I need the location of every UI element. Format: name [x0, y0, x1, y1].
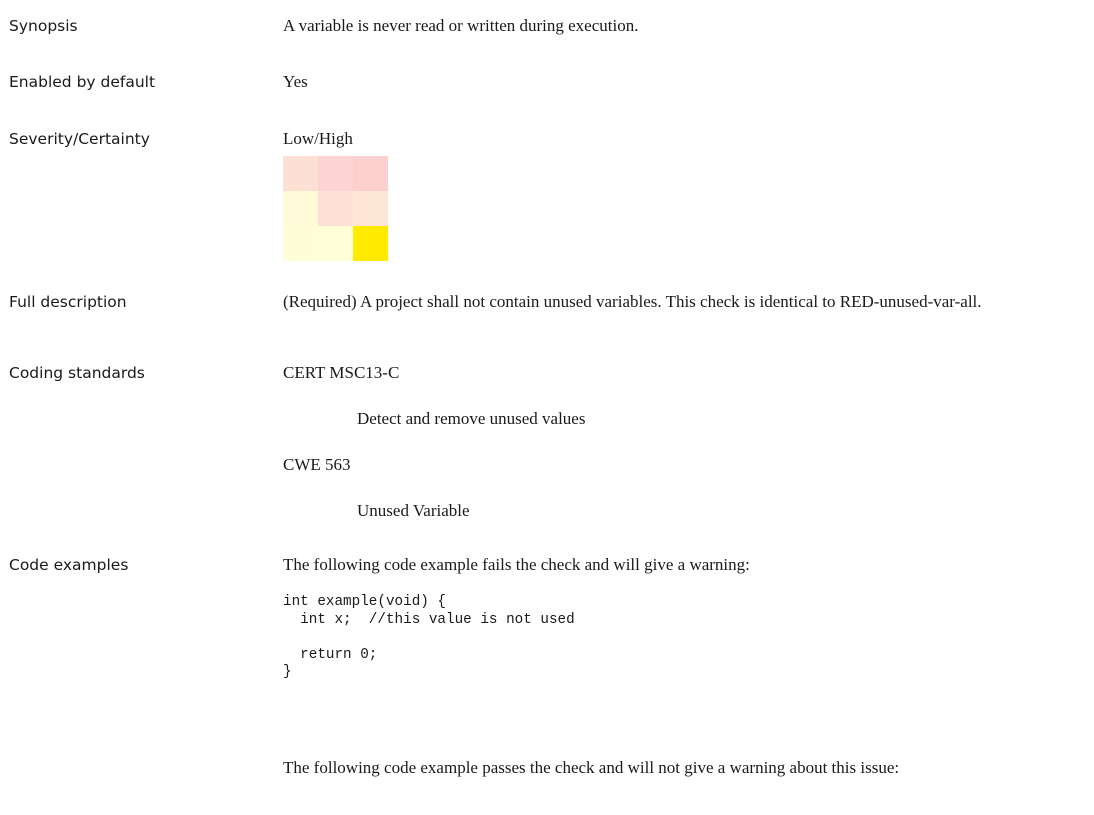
standard-description: Detect and remove unused values [357, 409, 586, 428]
matrix-cell [318, 191, 353, 226]
standard-name: CWE 563 [283, 455, 351, 474]
fail-code-example: int example(void) { int x; //this value … [283, 594, 575, 681]
matrix-cell [353, 191, 388, 226]
matrix-cell [283, 191, 318, 226]
synopsis-text: A variable is never read or written duri… [283, 16, 639, 35]
enabled-value: Yes [283, 72, 308, 91]
matrix-cell [318, 156, 353, 191]
standard-name: CERT MSC13-C [283, 363, 400, 382]
pass-example-intro: The following code example passes the ch… [283, 758, 900, 777]
full-description-text: (Required) A project shall not contain u… [283, 292, 982, 311]
matrix-cell [318, 226, 353, 261]
severity-certainty-matrix [283, 156, 388, 261]
coding-standards-label: Coding standards [9, 364, 145, 382]
enabled-label: Enabled by default [9, 73, 156, 91]
matrix-cell [353, 226, 388, 261]
matrix-cell [353, 156, 388, 191]
severity-value: Low/High [283, 129, 353, 148]
severity-label: Severity/Certainty [9, 130, 150, 148]
synopsis-label: Synopsis [9, 17, 78, 35]
matrix-cell [283, 156, 318, 191]
full-description-label: Full description [9, 293, 127, 311]
code-examples-label: Code examples [9, 556, 129, 574]
fail-example-intro: The following code example fails the che… [283, 555, 750, 574]
standard-description: Unused Variable [357, 501, 470, 520]
matrix-cell [283, 226, 318, 261]
